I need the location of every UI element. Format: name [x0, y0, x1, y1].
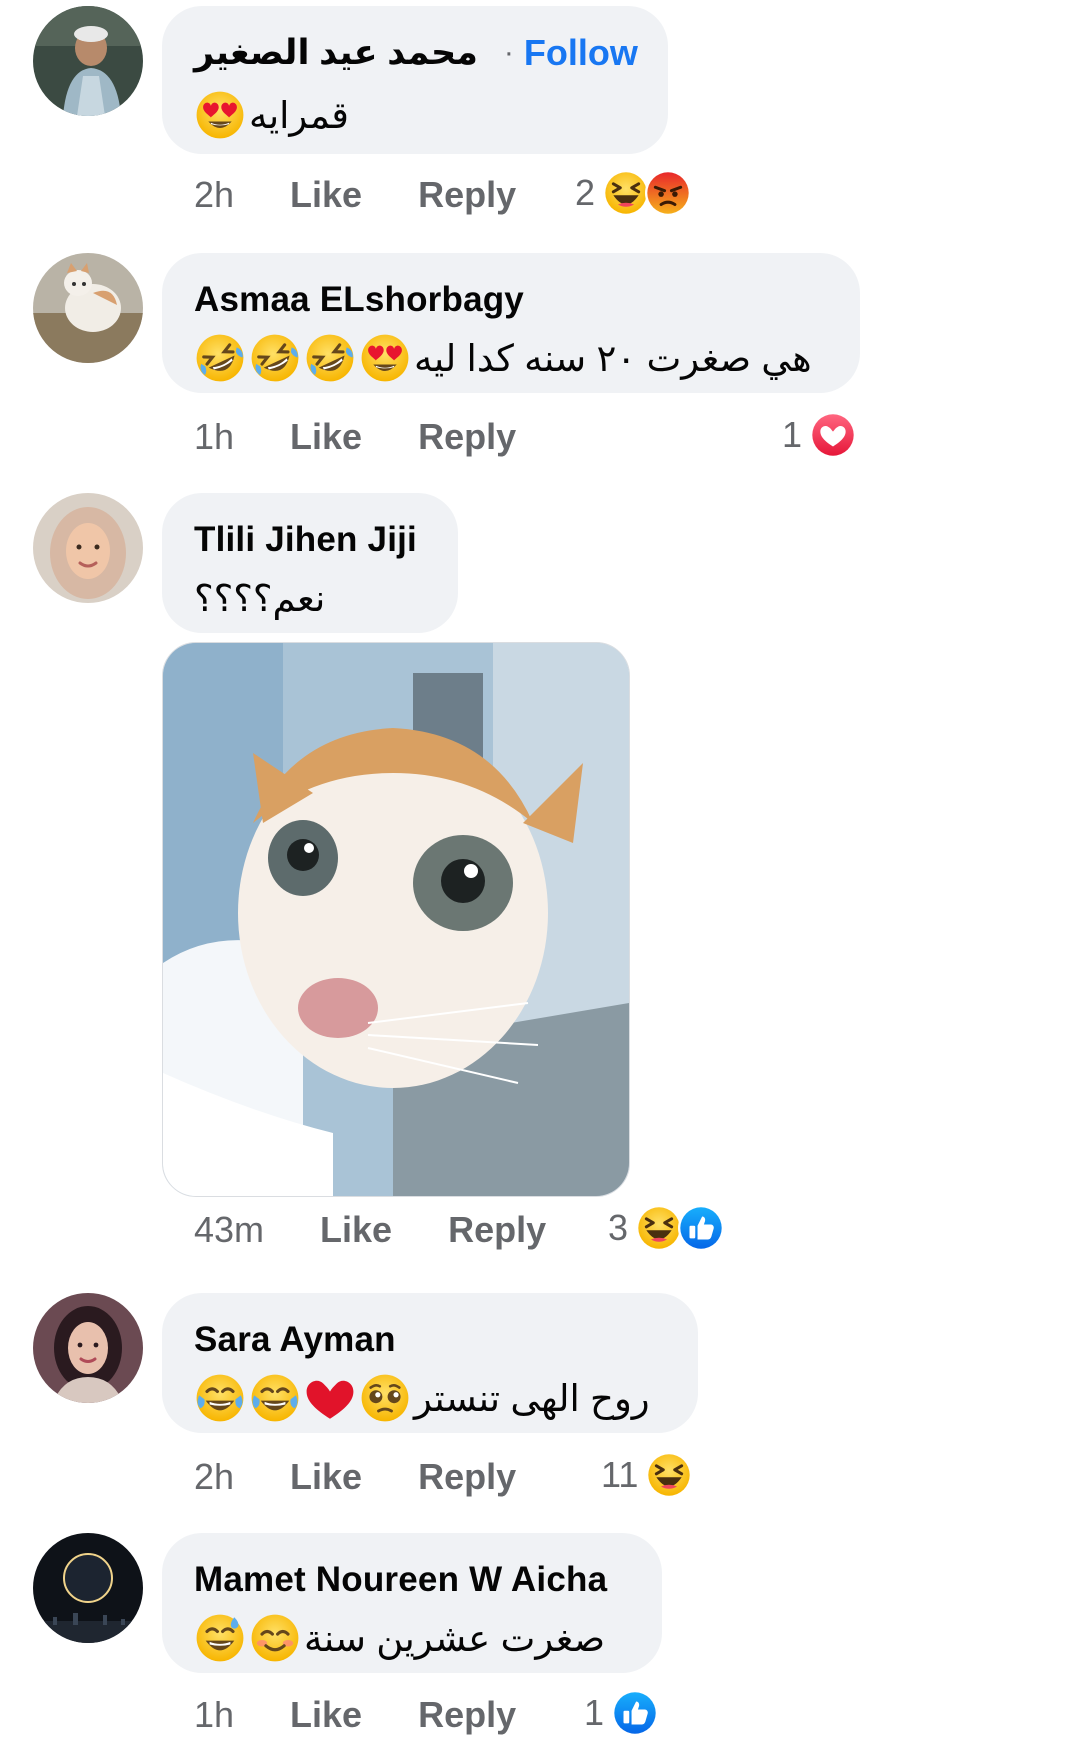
follow-button[interactable]: Follow — [524, 32, 638, 74]
reply-button[interactable]: Reply — [418, 416, 516, 458]
comment-author[interactable]: Mamet Noureen W Aicha — [194, 1560, 607, 1600]
comment-actions: 2h Like Reply — [194, 1452, 516, 1502]
reaction-count: 1 — [584, 1692, 605, 1733]
red-heart-emoji — [304, 1372, 356, 1424]
reaction-count: 3 — [608, 1207, 629, 1248]
reaction-summary[interactable]: 2 — [575, 168, 692, 218]
comment-time[interactable]: 2h — [194, 174, 234, 216]
reaction-count: 1 — [782, 414, 803, 455]
comment-text: قمرايه — [249, 94, 349, 136]
comment-actions: 2h Like Reply — [194, 170, 516, 220]
like-reaction-icon — [678, 1205, 725, 1251]
avatar[interactable] — [33, 493, 143, 603]
comment-author[interactable]: Asmaa ELshorbagy — [194, 280, 524, 320]
comment-author[interactable]: محمد عيد الصغير — [194, 33, 478, 73]
reply-button[interactable]: Reply — [418, 1694, 516, 1736]
comment-text: نعم؟؟؟؟ — [194, 577, 326, 619]
reaction-summary[interactable]: 11 — [601, 1450, 693, 1500]
blush-emoji — [249, 1612, 301, 1664]
comment-author[interactable]: Tlili Jihen Jiji — [194, 520, 417, 560]
reaction-summary[interactable]: 3 — [608, 1203, 725, 1253]
comment-text: هي صغرت ٢٠ سنه كدا ليه — [414, 337, 812, 379]
joy-emoji — [194, 1372, 246, 1424]
haha-reaction-icon — [636, 1205, 683, 1251]
haha-reaction-icon — [603, 170, 650, 216]
avatar-photo — [33, 6, 143, 116]
comment-text: صغرت عشرين سنة — [304, 1617, 606, 1659]
like-reaction-icon — [612, 1690, 659, 1736]
comment-time[interactable]: 2h — [194, 1456, 234, 1498]
comment: محمد عيد الصغير · Follow قمرايه 2h Like … — [0, 0, 1080, 230]
reaction-summary[interactable]: 1 — [584, 1688, 659, 1738]
avatar[interactable] — [33, 1533, 143, 1643]
pleading-emoji — [359, 1372, 411, 1424]
rofl-emoji — [304, 332, 356, 384]
avatar[interactable] — [33, 1293, 143, 1403]
comment-time[interactable]: 1h — [194, 1694, 234, 1736]
comment: Sara Ayman روح الهى تنستر 2h Like Reply … — [0, 1290, 1080, 1520]
rofl-emoji — [194, 332, 246, 384]
comment-bubble: Sara Ayman روح الهى تنستر — [162, 1293, 698, 1433]
angry-reaction-icon — [645, 170, 692, 216]
comment-bubble: Asmaa ELshorbagy هي صغرت ٢٠ سنه كدا ليه — [162, 253, 860, 393]
comment-time[interactable]: 1h — [194, 416, 234, 458]
avatar-photo — [33, 1533, 143, 1643]
cat-photo — [163, 643, 629, 1196]
comment: Tlili Jihen Jiji نعم؟؟؟؟ 43m Like Reply … — [0, 490, 1080, 1290]
avatar[interactable] — [33, 6, 143, 116]
haha-reaction-icon — [646, 1452, 693, 1498]
heart-eyes-emoji — [194, 89, 246, 141]
like-button[interactable]: Like — [320, 1209, 392, 1251]
reply-button[interactable]: Reply — [448, 1209, 546, 1251]
comment: Mamet Noureen W Aicha صغرت عشرين سنة 1h … — [0, 1530, 1080, 1745]
comment-time[interactable]: 43m — [194, 1209, 264, 1251]
avatar-photo — [33, 1293, 143, 1403]
rofl-emoji — [249, 332, 301, 384]
like-button[interactable]: Like — [290, 1456, 362, 1498]
joy-emoji — [249, 1372, 301, 1424]
comment: Asmaa ELshorbagy هي صغرت ٢٠ سنه كدا ليه … — [0, 250, 1080, 470]
like-button[interactable]: Like — [290, 174, 362, 216]
comment-actions: 1h Like Reply — [194, 1690, 516, 1740]
comment-actions: 43m Like Reply — [194, 1205, 546, 1255]
comment-author[interactable]: Sara Ayman — [194, 1320, 396, 1360]
like-button[interactable]: Like — [290, 1694, 362, 1736]
comment-text: روح الهى تنستر — [414, 1377, 650, 1419]
comment-actions: 1h Like Reply — [194, 412, 516, 462]
reaction-count: 2 — [575, 172, 596, 213]
reaction-count: 11 — [601, 1454, 639, 1495]
reply-button[interactable]: Reply — [418, 174, 516, 216]
reply-button[interactable]: Reply — [418, 1456, 516, 1498]
avatar-photo — [33, 253, 143, 363]
cat-photo-attachment[interactable] — [162, 642, 630, 1197]
comment-bubble: محمد عيد الصغير · Follow قمرايه — [162, 6, 668, 154]
reaction-summary[interactable]: 1 — [782, 410, 857, 460]
heart-eyes-emoji — [359, 332, 411, 384]
avatar[interactable] — [33, 253, 143, 363]
like-button[interactable]: Like — [290, 416, 362, 458]
avatar-photo — [33, 493, 143, 603]
comment-bubble: Tlili Jihen Jiji نعم؟؟؟؟ — [162, 493, 458, 633]
comment-bubble: Mamet Noureen W Aicha صغرت عشرين سنة — [162, 1533, 662, 1673]
sweat-smile-emoji — [194, 1612, 246, 1664]
separator-dot: · — [503, 36, 514, 69]
love-reaction-icon — [810, 412, 857, 458]
